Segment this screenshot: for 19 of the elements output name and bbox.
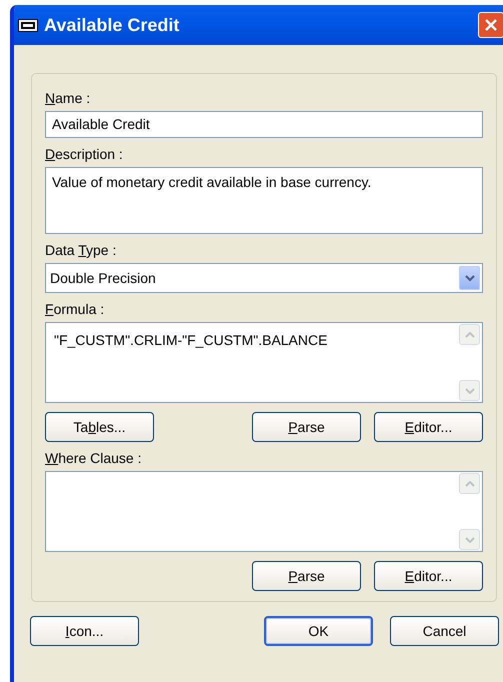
window-title: Available Credit xyxy=(44,14,180,36)
field-label: Where Clause : xyxy=(45,450,142,466)
dialog-button[interactable]: Parse xyxy=(252,561,361,591)
dialog-button[interactable]: Parse xyxy=(252,412,361,442)
field-label: Data Type : xyxy=(45,242,118,258)
field-label: Formula : xyxy=(45,301,106,317)
dropdown-field[interactable]: Double Precision xyxy=(45,263,483,293)
text-field[interactable]: Available Credit xyxy=(45,111,483,138)
dialog-button[interactable]: Tables... xyxy=(45,412,154,442)
text-area[interactable]: "F_CUSTM".CRLIM-"F_CUSTM".BALANCE xyxy=(45,322,483,403)
dialog-button[interactable]: Editor... xyxy=(374,561,483,591)
dialog-button[interactable]: Editor... xyxy=(374,412,483,442)
field-label: Description : xyxy=(45,146,124,162)
dialog-button[interactable]: Cancel xyxy=(390,616,499,646)
formula-text: "F_CUSTM".CRLIM-"F_CUSTM".BALANCE xyxy=(54,332,328,348)
dialog-button[interactable]: OK xyxy=(264,616,373,646)
dialog-button[interactable]: Icon... xyxy=(30,616,139,646)
field-label: Name : xyxy=(45,90,92,106)
text-area[interactable]: Value of monetary credit available in base currency. xyxy=(45,167,483,234)
